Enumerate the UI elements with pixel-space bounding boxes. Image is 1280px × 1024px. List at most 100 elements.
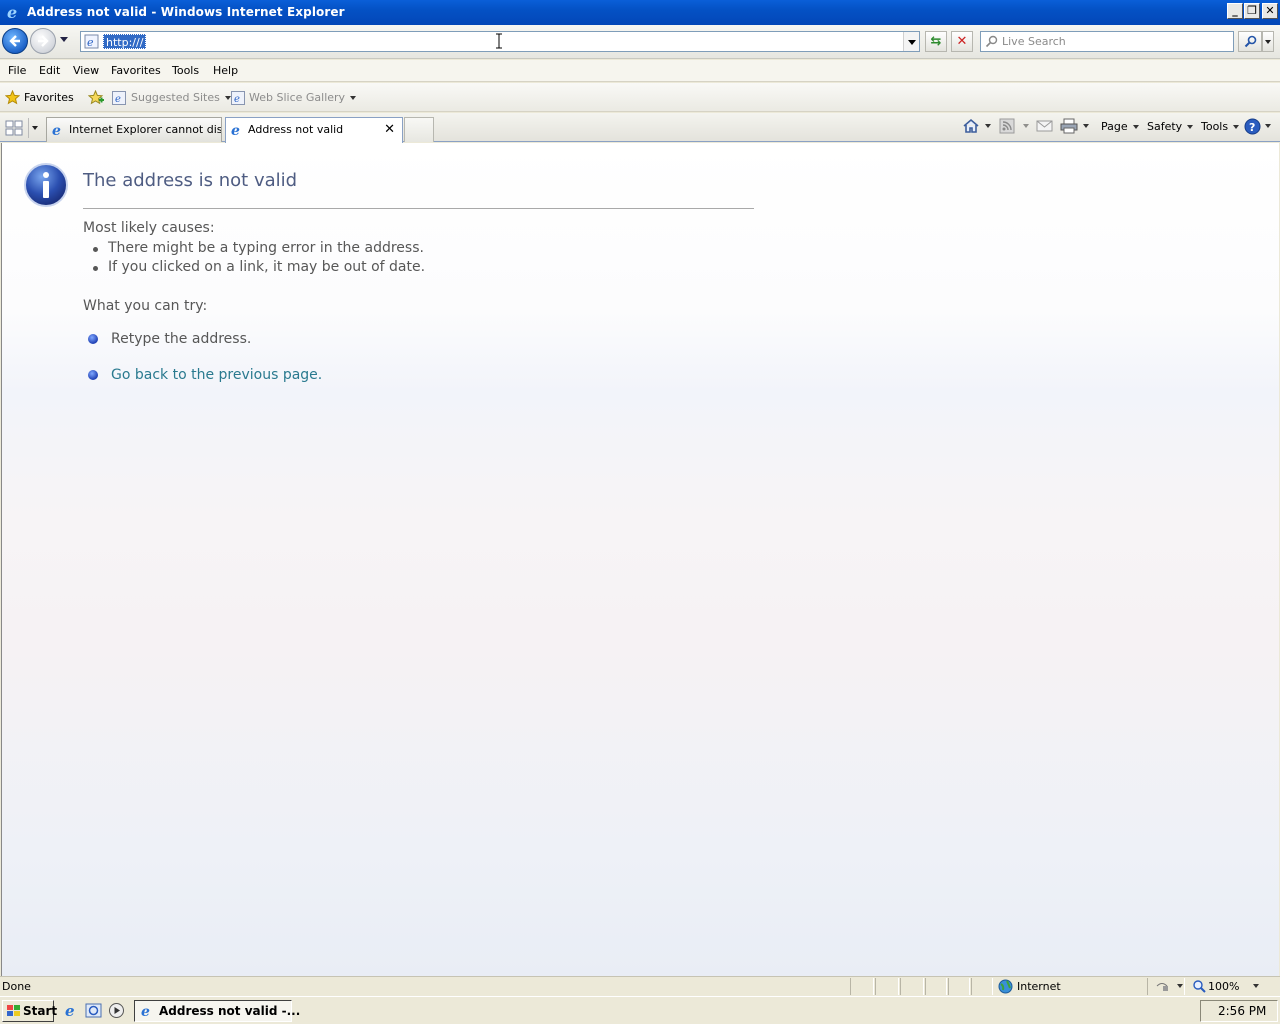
chevron-down-icon <box>1177 984 1183 988</box>
status-cell <box>900 978 924 995</box>
windows-flag-icon <box>7 1005 20 1016</box>
add-to-favorites-icon[interactable] <box>88 90 104 105</box>
menu-tools[interactable]: Tools <box>172 64 199 77</box>
suggested-sites-label: Suggested Sites <box>131 91 220 104</box>
chevron-down-icon <box>1233 125 1240 129</box>
suggested-sites-button[interactable]: Suggested Sites <box>131 91 231 104</box>
feeds-icon[interactable] <box>999 118 1015 134</box>
taskbar: Start e e Address not valid -... 2:56 PM <box>0 996 1280 1024</box>
zoom-icon <box>1193 980 1206 993</box>
protected-mode-icon <box>1156 983 1168 991</box>
svg-text:e: e <box>52 123 61 137</box>
text-cursor-icon <box>496 33 502 49</box>
try-heading: What you can try: <box>83 298 208 314</box>
chevron-down-icon <box>350 96 357 100</box>
zoom-dropdown-icon[interactable] <box>1253 984 1259 988</box>
globe-icon <box>998 979 1013 994</box>
menu-file[interactable]: File <box>8 64 26 77</box>
safety-menu-label: Safety <box>1147 120 1183 133</box>
status-text: Done <box>2 980 31 993</box>
read-mail-icon[interactable] <box>1036 118 1053 134</box>
suggested-sites-icon: e <box>112 91 126 105</box>
minimize-button[interactable]: _ <box>1227 3 1243 19</box>
menu-help[interactable]: Help <box>213 64 238 77</box>
page-icon: e <box>84 34 99 49</box>
safety-menu-button[interactable]: Safety <box>1147 120 1194 133</box>
go-back-link[interactable]: Go back to the previous page. <box>111 367 322 383</box>
search-options-dropdown[interactable] <box>1262 31 1274 52</box>
new-tab-button[interactable] <box>404 117 434 142</box>
quick-launch-outlook-icon[interactable] <box>85 1002 102 1019</box>
web-slice-gallery-label: Web Slice Gallery <box>249 91 346 104</box>
tab-list-dropdown[interactable] <box>28 118 42 138</box>
menu-edit[interactable]: Edit <box>39 64 60 77</box>
menu-favorites[interactable]: Favorites <box>111 64 161 77</box>
chevron-down-icon <box>1132 125 1139 129</box>
tab-address-not-valid[interactable]: e Address not valid ✕ <box>225 117 403 143</box>
favorites-star-icon <box>5 90 20 105</box>
search-button[interactable] <box>1238 31 1262 52</box>
web-slice-gallery-button[interactable]: Web Slice Gallery <box>249 91 357 104</box>
search-box[interactable]: Live Search <box>980 31 1234 52</box>
favorites-bar: Favorites e Suggested Sites e Web Slice … <box>0 83 1280 112</box>
address-dropdown-button[interactable] <box>903 32 919 51</box>
status-bar: Done Internet 100% <box>0 976 1280 995</box>
svg-text:e: e <box>234 94 240 105</box>
menu-view[interactable]: View <box>73 64 99 77</box>
bullet-icon <box>88 370 98 380</box>
quick-launch-ie-icon[interactable]: e <box>63 1002 80 1019</box>
stop-icon: ✕ <box>956 34 968 49</box>
quick-tabs-icon[interactable] <box>3 119 25 137</box>
retype-text: Retype the address. <box>111 331 252 347</box>
taskbar-button-address-not-valid[interactable]: e Address not valid -... <box>134 1000 300 1022</box>
page-content: The address is not valid Most likely cau… <box>1 143 1279 976</box>
help-icon[interactable]: ? <box>1244 118 1261 135</box>
zoom-level[interactable]: 100% <box>1208 980 1239 993</box>
tab-cannot-display[interactable]: e Internet Explorer cannot dis... <box>46 117 222 142</box>
page-title: The address is not valid <box>83 170 298 191</box>
back-arrow-icon <box>9 35 20 47</box>
refresh-icon: ⇆ <box>930 34 942 49</box>
back-button[interactable] <box>2 28 28 54</box>
security-zone[interactable]: Internet <box>1017 980 1061 993</box>
info-icon <box>24 163 68 207</box>
page-menu-button[interactable]: Page <box>1101 120 1139 133</box>
home-icon[interactable] <box>962 118 980 134</box>
tab-label: Internet Explorer cannot dis... <box>69 123 222 136</box>
stop-button[interactable]: ✕ <box>951 31 973 52</box>
feeds-dropdown-icon[interactable] <box>1023 124 1029 128</box>
tools-menu-button[interactable]: Tools <box>1201 120 1240 133</box>
refresh-button[interactable]: ⇆ <box>925 31 947 52</box>
print-dropdown-icon[interactable] <box>1083 124 1089 128</box>
start-button[interactable]: Start <box>2 1000 57 1022</box>
forward-button[interactable] <box>30 28 56 54</box>
address-input[interactable]: http:/// <box>103 34 147 49</box>
tab-label: Address not valid <box>248 123 344 136</box>
restore-button[interactable]: ❐ <box>1244 3 1260 19</box>
svg-text:?: ? <box>1249 121 1255 134</box>
search-icon <box>985 35 998 48</box>
page-menu-label: Page <box>1101 120 1128 133</box>
forward-arrow-icon <box>38 35 49 47</box>
title-bar[interactable]: e Address not valid - Windows Internet E… <box>0 0 1280 25</box>
help-dropdown-icon[interactable] <box>1265 124 1271 128</box>
protected-mode-cell[interactable] <box>1147 978 1185 995</box>
print-icon[interactable] <box>1060 118 1078 134</box>
clock[interactable]: 2:56 PM <box>1218 1004 1266 1018</box>
search-input[interactable]: Live Search <box>1002 35 1066 48</box>
favorites-button[interactable]: Favorites <box>24 91 74 104</box>
svg-text:e: e <box>65 1002 75 1019</box>
quick-launch-media-player-icon[interactable] <box>108 1002 125 1019</box>
svg-text:e: e <box>231 123 240 137</box>
svg-text:e: e <box>115 94 121 105</box>
internet-explorer-icon: e <box>7 4 17 21</box>
close-tab-icon[interactable]: ✕ <box>384 122 395 137</box>
home-dropdown-icon[interactable] <box>985 124 991 128</box>
status-cell <box>948 978 970 995</box>
svg-text:e: e <box>141 1004 150 1018</box>
svg-text:e: e <box>87 36 94 49</box>
recent-pages-dropdown[interactable] <box>60 37 68 42</box>
close-window-button[interactable]: ✕ <box>1262 3 1278 19</box>
magnifier-icon <box>1244 35 1257 48</box>
status-cell <box>971 978 993 995</box>
